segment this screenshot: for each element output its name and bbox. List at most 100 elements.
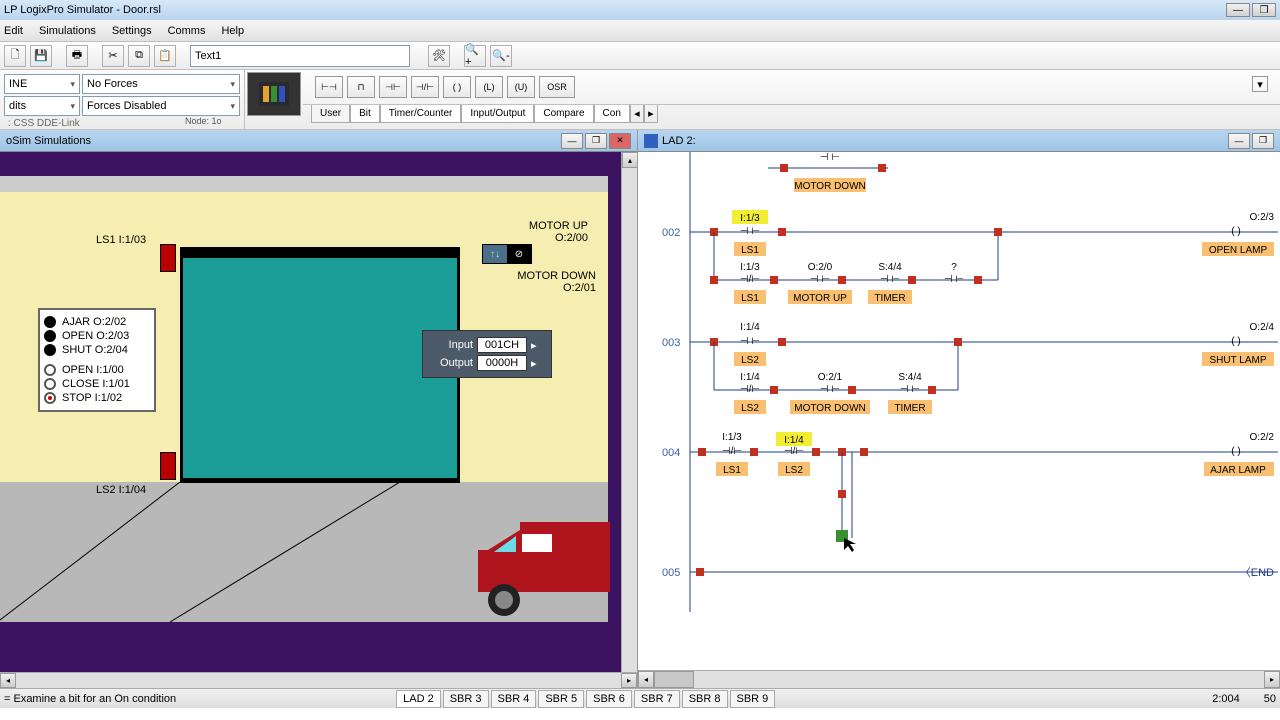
menu-comms[interactable]: Comms: [168, 25, 206, 37]
stop-button[interactable]: [44, 392, 56, 404]
forces-state-combo[interactable]: Forces Disabled: [82, 96, 240, 116]
svg-text:OPEN LAMP: OPEN LAMP: [1209, 245, 1268, 256]
tab-lad2[interactable]: LAD 2: [396, 690, 441, 708]
door-graphic: [183, 252, 457, 478]
tab-bit[interactable]: Bit: [350, 105, 380, 123]
sim-maximize-button[interactable]: ❐: [585, 133, 607, 149]
menu-simulations[interactable]: Simulations: [39, 25, 96, 37]
cut-button[interactable]: ✂: [102, 45, 124, 67]
maximize-button[interactable]: ❐: [1252, 3, 1276, 17]
ladder-pane: LAD 2: — ❐ ⊣ ⊢ MOTOR DOWN 002: [638, 130, 1280, 688]
lad-hscroll[interactable]: ◂ ▸: [638, 670, 1280, 688]
tab-sbr6[interactable]: SBR 6: [586, 690, 632, 708]
svg-text:I:1/3: I:1/3: [740, 262, 760, 273]
search-input[interactable]: [190, 45, 410, 67]
close-button[interactable]: [44, 378, 56, 390]
open-lamp-icon: [44, 330, 56, 342]
open-btn-label: OPEN I:1/00: [62, 364, 124, 376]
tab-sbr9[interactable]: SBR 9: [730, 690, 776, 708]
svg-text:SHUT LAMP: SHUT LAMP: [1209, 355, 1266, 366]
edits-combo[interactable]: dits: [4, 96, 80, 116]
sim-vscroll[interactable]: ▴: [621, 152, 637, 672]
lad-minimize-button[interactable]: —: [1228, 133, 1250, 149]
minimize-button[interactable]: —: [1226, 3, 1250, 17]
inst-osr-button[interactable]: OSR: [539, 76, 575, 98]
inst-xio-button[interactable]: ⊣/⊢: [411, 76, 439, 98]
toolbar-main: 🗋 💾 🖶 ✂ ⧉ 📋 🛠 🔍+ 🔍-: [0, 42, 1280, 70]
menu-settings[interactable]: Settings: [112, 25, 152, 37]
ladder-diagram[interactable]: ⊣ ⊢ MOTOR DOWN 002 I:1/3 ⊣ ⊢ LS1 O:2/3 (…: [638, 152, 1280, 670]
ajar-label: AJAR O:2/02: [62, 316, 126, 328]
svg-text:⊣ ⊢: ⊣ ⊢: [820, 152, 840, 163]
zoom-out-button[interactable]: 🔍-: [490, 45, 512, 67]
rung-position: 2:004: [1212, 693, 1240, 705]
tab-user[interactable]: User: [311, 105, 350, 123]
svg-text:I:1/4: I:1/4: [784, 435, 804, 446]
tab-sbr5[interactable]: SBR 5: [538, 690, 584, 708]
inst-close-button[interactable]: ▾: [1252, 76, 1268, 92]
ls2-sensor: [160, 452, 176, 480]
menu-edit[interactable]: Edit: [4, 25, 23, 37]
zoom-in-button[interactable]: 🔍+: [464, 45, 486, 67]
svg-text:TIMER: TIMER: [894, 403, 925, 414]
app-title: LP LogixPro Simulator - Door.rsl: [4, 4, 161, 16]
svg-text:⊣/⊢: ⊣/⊢: [740, 384, 760, 395]
tab-scroll-left[interactable]: ◂: [630, 105, 644, 123]
menu-help[interactable]: Help: [221, 25, 244, 37]
ladder-title: LAD 2:: [662, 135, 696, 147]
open-button[interactable]: [44, 364, 56, 376]
mode-combo[interactable]: INE: [4, 74, 80, 94]
tab-scroll-right[interactable]: ▸: [644, 105, 658, 123]
shut-lamp-icon: [44, 344, 56, 356]
status-bar: = Examine a bit for an On condition LAD …: [0, 688, 1280, 708]
tab-sbr7[interactable]: SBR 7: [634, 690, 680, 708]
save-button[interactable]: 💾: [30, 45, 52, 67]
svg-text:I:1/3: I:1/3: [722, 432, 742, 443]
tab-sbr3[interactable]: SBR 3: [443, 690, 489, 708]
inst-otu-button[interactable]: (U): [507, 76, 535, 98]
tools-button[interactable]: 🛠: [428, 45, 450, 67]
svg-text:005: 005: [662, 567, 680, 579]
cpu-icon[interactable]: [247, 72, 301, 116]
inst-rung-button[interactable]: ⊢⊣: [315, 76, 343, 98]
new-button[interactable]: 🗋: [4, 45, 26, 67]
motor-down-label: MOTOR DOWNO:2/01: [496, 270, 596, 294]
output-value[interactable]: 0000H: [477, 355, 527, 371]
svg-text:?: ?: [951, 262, 957, 273]
inst-xic-button[interactable]: ⊣⊢: [379, 76, 407, 98]
print-button[interactable]: 🖶: [66, 45, 88, 67]
sim-hscroll[interactable]: ◂▸: [0, 672, 637, 688]
svg-text:⊣/⊢: ⊣/⊢: [784, 446, 804, 457]
motor-up-label: MOTOR UPO:2/00: [508, 220, 588, 244]
svg-text:⊣ ⊢: ⊣ ⊢: [740, 336, 760, 347]
paste-button[interactable]: 📋: [154, 45, 176, 67]
svg-text:〈END: 〈END: [1240, 566, 1274, 579]
status-value: 50: [1264, 693, 1276, 705]
svg-text:⊣ ⊢: ⊣ ⊢: [900, 384, 920, 395]
copy-button[interactable]: ⧉: [128, 45, 150, 67]
svg-text:O:2/4: O:2/4: [1250, 322, 1275, 333]
tab-compare[interactable]: Compare: [534, 105, 593, 123]
svg-text:003: 003: [662, 337, 680, 349]
svg-text:( ): ( ): [1231, 336, 1240, 347]
lad-maximize-button[interactable]: ❐: [1252, 133, 1274, 149]
tab-sbr4[interactable]: SBR 4: [491, 690, 537, 708]
simulation-pane: oSim Simulations — ❐ ✕ LS1 I:1/03: [0, 130, 638, 688]
tab-timer[interactable]: Timer/Counter: [380, 105, 462, 123]
sim-close-button[interactable]: ✕: [609, 133, 631, 149]
truck-graphic: [470, 512, 610, 622]
tab-io[interactable]: Input/Output: [461, 105, 534, 123]
svg-text:I:1/4: I:1/4: [740, 372, 760, 383]
inst-ote-button[interactable]: ( ): [443, 76, 471, 98]
inst-otl-button[interactable]: (L): [475, 76, 503, 98]
inst-branch-button[interactable]: ⊓: [347, 76, 375, 98]
tab-con[interactable]: Con: [594, 105, 630, 123]
input-value[interactable]: 001CH: [477, 337, 527, 353]
svg-text:MOTOR UP: MOTOR UP: [793, 293, 847, 304]
forces-combo[interactable]: No Forces: [82, 74, 240, 94]
sim-minimize-button[interactable]: —: [561, 133, 583, 149]
svg-text:LS2: LS2: [785, 465, 803, 476]
svg-text:⊣ ⊢: ⊣ ⊢: [944, 274, 964, 285]
svg-text:⊣/⊢: ⊣/⊢: [740, 274, 760, 285]
tab-sbr8[interactable]: SBR 8: [682, 690, 728, 708]
